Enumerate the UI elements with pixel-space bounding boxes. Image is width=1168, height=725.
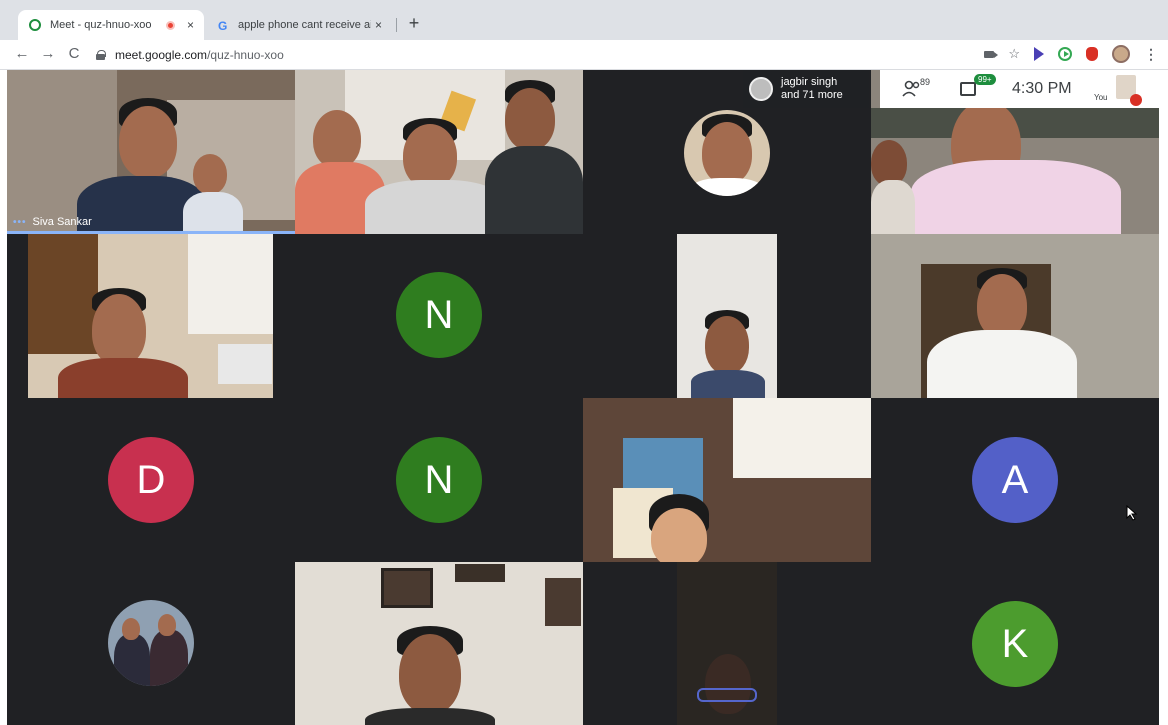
video-tile-d[interactable]: D: [7, 398, 295, 562]
participant-name: ••• Siva Sankar: [13, 216, 92, 228]
joined-line-2: and 71 more: [781, 89, 843, 101]
video-tile-n-2[interactable]: N: [295, 398, 583, 562]
participant-initial-avatar: N: [396, 272, 482, 358]
participant-initial-avatar: N: [396, 437, 482, 523]
browser-toolbar: ← → C meet.google.com/quz-hnuo-xoo ☆ ⋮: [0, 40, 1168, 70]
url-host: meet.google.com: [115, 48, 208, 62]
tab-strip: Meet - quz-hnuo-xoo × G apple phone cant…: [0, 0, 1168, 40]
profile-avatar[interactable]: [1112, 45, 1130, 63]
video-tile-graduation-photo[interactable]: [7, 562, 295, 725]
video-tile-dark[interactable]: [677, 562, 777, 725]
video-tile-woman[interactable]: [583, 398, 871, 562]
browser-menu-icon[interactable]: ⋮: [1144, 46, 1158, 63]
video-tile-portrait[interactable]: [677, 234, 777, 398]
mic-off-icon: [1130, 94, 1142, 106]
mouse-cursor-icon: [1126, 505, 1138, 521]
forward-button[interactable]: →: [38, 45, 58, 62]
video-tile-man-frames[interactable]: [295, 562, 583, 725]
participant-initial-avatar: A: [972, 437, 1058, 523]
video-tile-group[interactable]: [295, 70, 583, 234]
participant-photo-avatar: [684, 110, 770, 196]
video-tile-n-1[interactable]: N: [295, 234, 583, 398]
lock-icon: [96, 50, 106, 60]
video-tile-siva-sankar[interactable]: ••• Siva Sankar: [7, 70, 295, 234]
new-tab-button[interactable]: +: [404, 13, 424, 34]
joined-notification[interactable]: jagbir singh and 71 more: [743, 70, 869, 108]
back-button[interactable]: ←: [12, 45, 32, 62]
svg-text:G: G: [218, 19, 227, 31]
tab-separator: [396, 18, 397, 32]
extension-red-icon[interactable]: [1086, 47, 1098, 61]
close-tab-icon[interactable]: ×: [375, 18, 382, 32]
url-path: /quz-hnuo-xoo: [207, 48, 284, 62]
meet-video-grid: ••• Siva Sankar N D N A K: [7, 70, 1159, 725]
bookmark-star-icon[interactable]: ☆: [1008, 46, 1020, 62]
chat-unread-badge: 99+: [974, 74, 996, 85]
participant-name-text: Siva Sankar: [32, 216, 92, 228]
close-tab-icon[interactable]: ×: [187, 18, 194, 32]
video-tile-man-desk[interactable]: [28, 234, 273, 398]
video-tile-k[interactable]: K: [871, 562, 1159, 725]
meet-top-bar: 89 99+ 4:30 PM You: [880, 70, 1159, 108]
tab-meet[interactable]: Meet - quz-hnuo-xoo ×: [18, 10, 204, 40]
address-bar[interactable]: meet.google.com/quz-hnuo-xoo: [96, 44, 936, 66]
joined-user-avatar: [749, 77, 773, 101]
video-tile-a[interactable]: A: [871, 398, 1159, 562]
camera-icon[interactable]: [984, 50, 999, 58]
toolbar-actions: ☆ ⋮: [984, 45, 1158, 63]
tab-title: Meet - quz-hnuo-xoo: [50, 19, 152, 31]
reload-button[interactable]: C: [64, 45, 84, 62]
participant-photo-avatar: [108, 600, 194, 686]
tab-title: apple phone cant receive airdr: [238, 19, 371, 31]
you-label: You: [1094, 93, 1108, 102]
audio-indicator-icon: •••: [13, 216, 27, 228]
extension-play-icon[interactable]: [1034, 47, 1044, 61]
extension-green-icon[interactable]: [1058, 47, 1072, 61]
google-favicon-icon: G: [216, 18, 230, 32]
joined-text: jagbir singh and 71 more: [781, 76, 843, 102]
video-tile-white-shirt[interactable]: [871, 234, 1159, 398]
joined-line-1: jagbir singh: [781, 76, 838, 88]
meet-favicon-icon: [28, 18, 42, 32]
participant-initial-avatar: K: [972, 601, 1058, 687]
chat-icon[interactable]: [960, 82, 976, 96]
recording-indicator-icon: [165, 20, 175, 30]
people-icon[interactable]: [902, 80, 922, 98]
people-count: 89: [920, 77, 931, 87]
meeting-clock: 4:30 PM: [1012, 80, 1072, 97]
tab-google-search[interactable]: G apple phone cant receive airdr ×: [206, 10, 392, 40]
participant-initial-avatar: D: [108, 437, 194, 523]
